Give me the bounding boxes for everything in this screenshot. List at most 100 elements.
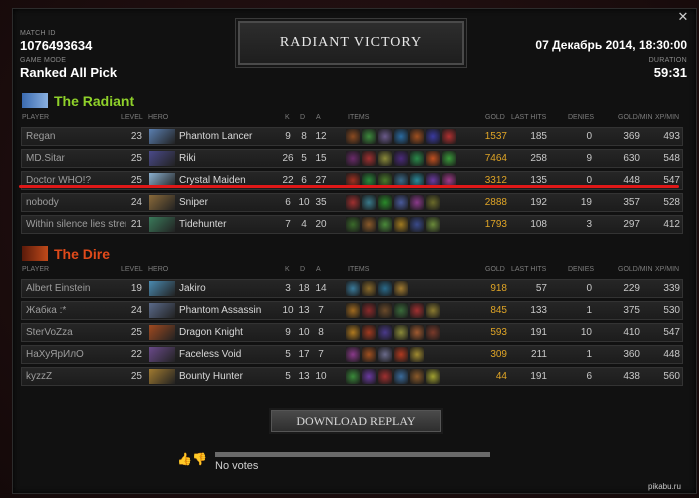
last-hits: 108 [530,219,547,230]
item-icon[interactable] [346,347,360,362]
player-row[interactable]: НаХуЯрИлО 22 Faceless Void 5 17 7 309 211 1 360 44… [21,345,683,364]
player-row[interactable]: SterVoZza 25 Dragon Knight 9 10 8 593 191 10 410 5… [21,323,683,342]
item-icon[interactable] [346,195,360,210]
denies: 10 [580,327,592,338]
item-icon[interactable] [378,303,392,318]
dire-header-d: D [300,266,306,273]
player-name[interactable]: Within silence lies strength [26,216,126,233]
duration: 59:31 [653,65,687,80]
item-icon[interactable] [394,151,408,166]
player-row[interactable]: Albert Einstein 19 Jakiro 3 18 14 918 57 0 229 339 [21,279,683,298]
gold: 1793 [484,219,507,230]
player-name[interactable]: Regan [26,128,126,145]
item-icon[interactable] [346,217,360,232]
item-icon[interactable] [426,369,440,384]
item-icon[interactable] [362,369,376,384]
xp-per-min: 339 [663,283,680,294]
item-icon[interactable] [362,195,376,210]
gold-per-min: 229 [623,283,640,294]
last-hits: 191 [530,327,547,338]
item-icon[interactable] [362,217,376,232]
item-icon[interactable] [362,347,376,362]
gold: 593 [490,327,507,338]
item-icon[interactable] [426,303,440,318]
denies: 1 [586,305,592,316]
item-icon[interactable] [410,369,424,384]
player-name[interactable]: kyzzZ [26,368,126,385]
item-icon[interactable] [410,195,424,210]
item-icon[interactable] [410,129,424,144]
hero-portrait[interactable] [149,129,175,144]
download-replay-button[interactable]: DOWNLOAD REPLAY [271,410,441,432]
player-name[interactable]: НаХуЯрИлО [26,346,126,363]
item-icon[interactable] [346,303,360,318]
item-icon[interactable] [394,217,408,232]
item-icon[interactable] [378,369,392,384]
kills: 3 [285,283,291,294]
item-icon[interactable] [410,325,424,340]
player-row[interactable]: MD.Sitar 25 Riki 26 5 15 7464 258 9 630 548 [21,149,683,168]
hero-portrait[interactable] [149,347,175,362]
hero-portrait[interactable] [149,281,175,296]
item-icon[interactable] [394,369,408,384]
item-icon[interactable] [378,195,392,210]
item-icon[interactable] [346,129,360,144]
item-icon[interactable] [410,217,424,232]
item-icon[interactable] [410,303,424,318]
item-icon[interactable] [346,369,360,384]
item-icon[interactable] [362,325,376,340]
player-row[interactable]: Regan 23 Phantom Lancer 9 8 12 1537 185 0 369 493 [21,127,683,146]
hero-portrait[interactable] [149,325,175,340]
dire-header-xp-min: XP/MIN [655,266,680,273]
item-icon[interactable] [442,151,456,166]
item-icon[interactable] [362,151,376,166]
player-row[interactable]: Within silence lies strength 21 Tidehunter… [21,215,683,234]
item-icon[interactable] [378,129,392,144]
player-name[interactable]: Albert Einstein [26,280,126,297]
item-icon[interactable] [410,151,424,166]
player-row[interactable]: kyzzZ 25 Bounty Hunter 5 13 10 44 191 6 438 560 [21,367,683,386]
item-icon[interactable] [378,217,392,232]
item-icon[interactable] [362,129,376,144]
hero-portrait[interactable] [149,217,175,232]
item-icon[interactable] [346,151,360,166]
item-icon[interactable] [410,347,424,362]
player-row[interactable]: Жабка :* 24 Phantom Assassin 10 13 7 845 133 1 37… [21,301,683,320]
hero-portrait[interactable] [149,303,175,318]
item-icon[interactable] [426,195,440,210]
gold-per-min: 369 [623,131,640,142]
player-name[interactable]: SterVoZza [26,324,126,341]
player-row[interactable]: nobody 24 Sniper 6 10 35 2888 192 19 357 528 [21,193,683,212]
player-name[interactable]: Жабка :* [26,302,126,319]
radiant-header-level: LEVEL [121,114,143,121]
item-icon[interactable] [394,195,408,210]
player-name[interactable]: MD.Sitar [26,150,126,167]
item-icon[interactable] [426,151,440,166]
hero-portrait[interactable] [149,369,175,384]
item-icon[interactable] [346,325,360,340]
hero-portrait[interactable] [149,151,175,166]
item-icon[interactable] [362,303,376,318]
item-icon[interactable] [426,217,440,232]
item-icon[interactable] [442,129,456,144]
item-icon[interactable] [394,325,408,340]
gold: 1537 [484,131,507,142]
item-icon[interactable] [362,281,376,296]
hero-portrait[interactable] [149,195,175,210]
item-icon[interactable] [426,325,440,340]
item-icon[interactable] [378,281,392,296]
thumbs-vote-icon[interactable]: 👍👎 [177,452,207,466]
close-icon[interactable]: ✕ [676,10,690,24]
item-icon[interactable] [426,129,440,144]
item-icon[interactable] [394,303,408,318]
item-icon[interactable] [378,325,392,340]
dire-header-items: ITEMS [348,266,370,273]
item-icon[interactable] [378,151,392,166]
player-name[interactable]: nobody [26,194,126,211]
item-icon[interactable] [346,281,360,296]
item-icon[interactable] [394,281,408,296]
item-icon[interactable] [378,347,392,362]
item-icon[interactable] [394,347,408,362]
item-icon[interactable] [394,129,408,144]
gold-per-min: 357 [623,197,640,208]
